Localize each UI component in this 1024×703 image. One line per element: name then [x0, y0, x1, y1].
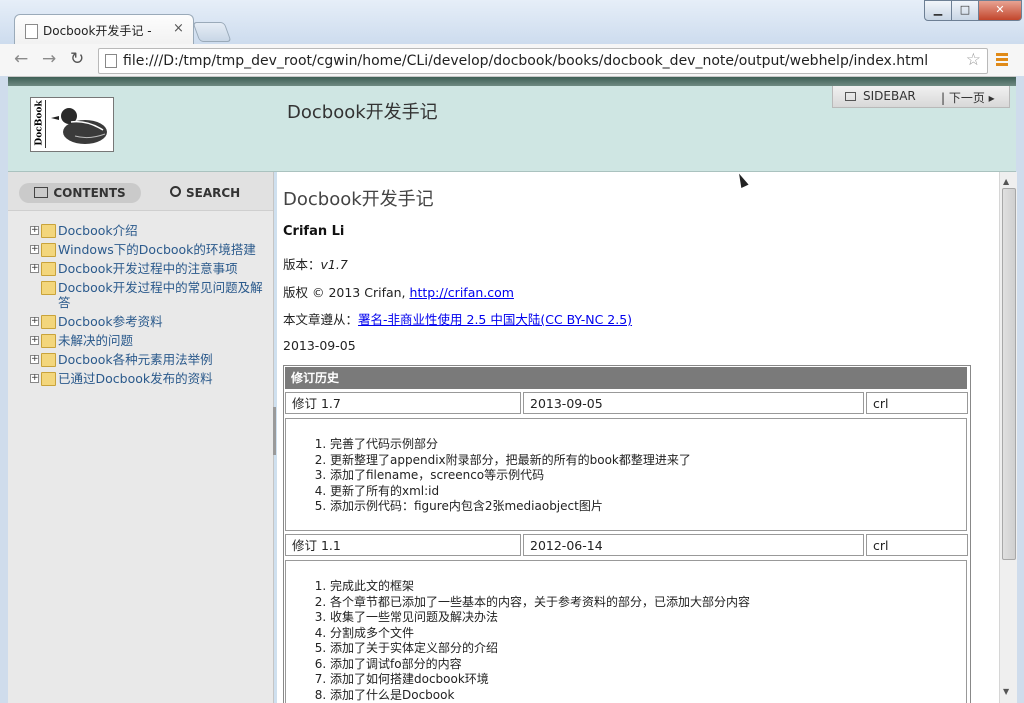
url-text[interactable]: file:///D:/tmp/tmp_dev_root/cgwin/home/C… [123, 53, 928, 69]
page-header: DocBook Docbook开发手记 SIDEBAR | 下一页 ▸ [8, 86, 1016, 172]
scroll-up-icon[interactable]: ▲ [1003, 177, 1009, 186]
expand-icon[interactable]: + [30, 245, 39, 254]
expand-icon[interactable]: + [30, 317, 39, 326]
folder-icon [41, 334, 56, 348]
duck-icon [51, 108, 107, 144]
forward-icon[interactable]: → [42, 49, 56, 69]
content-pane: Docbook开发手记 Crifan Li 版本：v1.7 版权 © 2013 … [277, 172, 999, 703]
toc-item[interactable]: + Docbook各种元素用法举例 [28, 352, 268, 367]
toc-item[interactable]: + 已通过Docbook发布的资料 [28, 371, 268, 386]
scroll-down-icon[interactable]: ▼ [1003, 687, 1009, 696]
folder-icon [41, 315, 56, 329]
reload-icon[interactable]: ↻ [70, 49, 84, 69]
maximize-button[interactable]: □ [951, 0, 979, 21]
folder-icon [41, 281, 56, 295]
list-item: 添加了什么是Docbook [330, 688, 966, 703]
revision-history-table: 修订历史 修订 1.7 2013-09-05 crl 完善了代码示例部分 更新整… [283, 365, 971, 703]
folder-icon [41, 224, 56, 238]
folder-icon [41, 372, 56, 386]
revision-author: crl [866, 392, 968, 414]
folder-icon [41, 262, 56, 276]
sidebar: CONTENTS SEARCH + Docbook介绍 + Windows下的Doc… [8, 172, 274, 703]
page-icon [25, 24, 38, 39]
revision-date: 2012-06-14 [523, 534, 864, 556]
sidebar-toggle-button[interactable]: SIDEBAR [845, 89, 916, 103]
bookmark-star-icon[interactable]: ☆ [966, 50, 981, 70]
browser-titlebar: Docbook开发手记 - × ▁ □ ✕ [0, 0, 1024, 45]
toc-item[interactable]: + Windows下的Docbook的环境搭建 [28, 242, 268, 257]
list-item: 添加了关于实体定义部分的介绍 [330, 641, 966, 657]
version-line: 版本：v1.7 [283, 257, 348, 272]
expand-icon[interactable]: + [30, 226, 39, 235]
tab-title: Docbook开发手记 - [43, 24, 152, 38]
toc-item[interactable]: + Docbook开发过程中的注意事项 [28, 261, 268, 276]
copyright-line: 版权 © 2013 Crifan, http://crifan.com [283, 285, 514, 300]
folder-icon [41, 243, 56, 257]
version-value: v1.7 [320, 257, 348, 272]
tab-close-icon[interactable]: × [173, 21, 184, 36]
scrollbar-thumb[interactable] [1002, 188, 1016, 560]
toc-tree: + Docbook介绍 + Windows下的Docbook的环境搭建 + Docbo… [28, 223, 268, 390]
browser-tab[interactable]: Docbook开发手记 - × [14, 14, 194, 45]
search-icon [170, 186, 181, 197]
close-window-button[interactable]: ✕ [978, 0, 1022, 21]
header-bar [8, 77, 1016, 86]
page-title: Docbook开发手记 [287, 102, 438, 123]
sidebar-icon [845, 92, 856, 101]
list-item: 添加示例代码：figure内包含2张mediaobject图片 [330, 499, 966, 515]
expand-icon[interactable]: + [30, 374, 39, 383]
address-bar[interactable]: file:///D:/tmp/tmp_dev_root/cgwin/home/C… [98, 48, 988, 74]
sidebar-resize-handle[interactable] [273, 407, 276, 455]
expand-icon[interactable]: + [30, 336, 39, 345]
toc-item[interactable]: Docbook开发过程中的常见问题及解答 [28, 280, 268, 310]
tab-search[interactable]: SEARCH [170, 183, 240, 203]
next-page-button[interactable]: | 下一页 ▸ [941, 89, 995, 106]
vertical-scrollbar[interactable]: ▲ ▼ [999, 172, 1017, 703]
list-item: 分割成多个文件 [330, 626, 966, 642]
list-item: 收集了一些常见问题及解决办法 [330, 610, 966, 626]
new-tab-button[interactable] [192, 22, 232, 42]
list-item: 完善了代码示例部分 [330, 437, 966, 453]
pub-date: 2013-09-05 [283, 338, 356, 353]
minimize-button[interactable]: ▁ [924, 0, 952, 21]
back-icon[interactable]: ← [14, 49, 28, 69]
browser-toolbar: ← → ↻ file:///D:/tmp/tmp_dev_root/cgwin/… [0, 44, 1024, 77]
revision-notes: 完善了代码示例部分 更新整理了appendix附录部分，把最新的所有的book都… [285, 418, 967, 531]
list-item: 更新了所有的xml:id [330, 484, 966, 500]
expand-icon[interactable]: + [30, 355, 39, 364]
crifan-link[interactable]: http://crifan.com [410, 285, 514, 300]
toc-item[interactable]: + Docbook参考资料 [28, 314, 268, 329]
list-item: 添加了调试fo部分的内容 [330, 657, 966, 673]
author: Crifan Li [283, 224, 345, 239]
folder-icon [41, 353, 56, 367]
docbook-logo: DocBook [30, 97, 114, 152]
window-border-right [1016, 76, 1024, 703]
list-item: 添加了如何搭建docbook环境 [330, 672, 966, 688]
revision-number: 修订 1.7 [285, 392, 521, 414]
revision-number: 修订 1.1 [285, 534, 521, 556]
toc-item[interactable]: + 未解决的问题 [28, 333, 268, 348]
revision-date: 2013-09-05 [523, 392, 864, 414]
book-icon [34, 187, 49, 198]
header-buttons: SIDEBAR | 下一页 ▸ [832, 86, 1010, 108]
window-border-left [0, 76, 8, 703]
revision-notes: 完成此文的框架 各个章节都已添加了一些基本的内容，关于参考资料的部分，已添加大部… [285, 560, 967, 703]
revision-history-heading: 修订历史 [285, 367, 967, 389]
toc-item[interactable]: + Docbook介绍 [28, 223, 268, 238]
list-item: 更新整理了appendix附录部分，把最新的所有的book都整理进来了 [330, 453, 966, 469]
license-link[interactable]: 署名-非商业性使用 2.5 中国大陆(CC BY-NC 2.5) [358, 312, 632, 327]
menu-icon[interactable] [996, 53, 1008, 66]
revision-author: crl [866, 534, 968, 556]
list-item: 完成此文的框架 [330, 579, 966, 595]
expand-icon[interactable]: + [30, 264, 39, 273]
list-item: 各个章节都已添加了一些基本的内容，关于参考资料的部分，已添加大部分内容 [330, 595, 966, 611]
license-line: 本文章遵从：署名-非商业性使用 2.5 中国大陆(CC BY-NC 2.5) [283, 312, 633, 327]
list-item: 添加了filename，screenco等示例代码 [330, 468, 966, 484]
tab-contents[interactable]: CONTENTS [19, 183, 141, 203]
file-icon [105, 54, 117, 68]
book-title: Docbook开发手记 [283, 189, 434, 210]
sidebar-tabs: CONTENTS SEARCH [8, 172, 273, 211]
